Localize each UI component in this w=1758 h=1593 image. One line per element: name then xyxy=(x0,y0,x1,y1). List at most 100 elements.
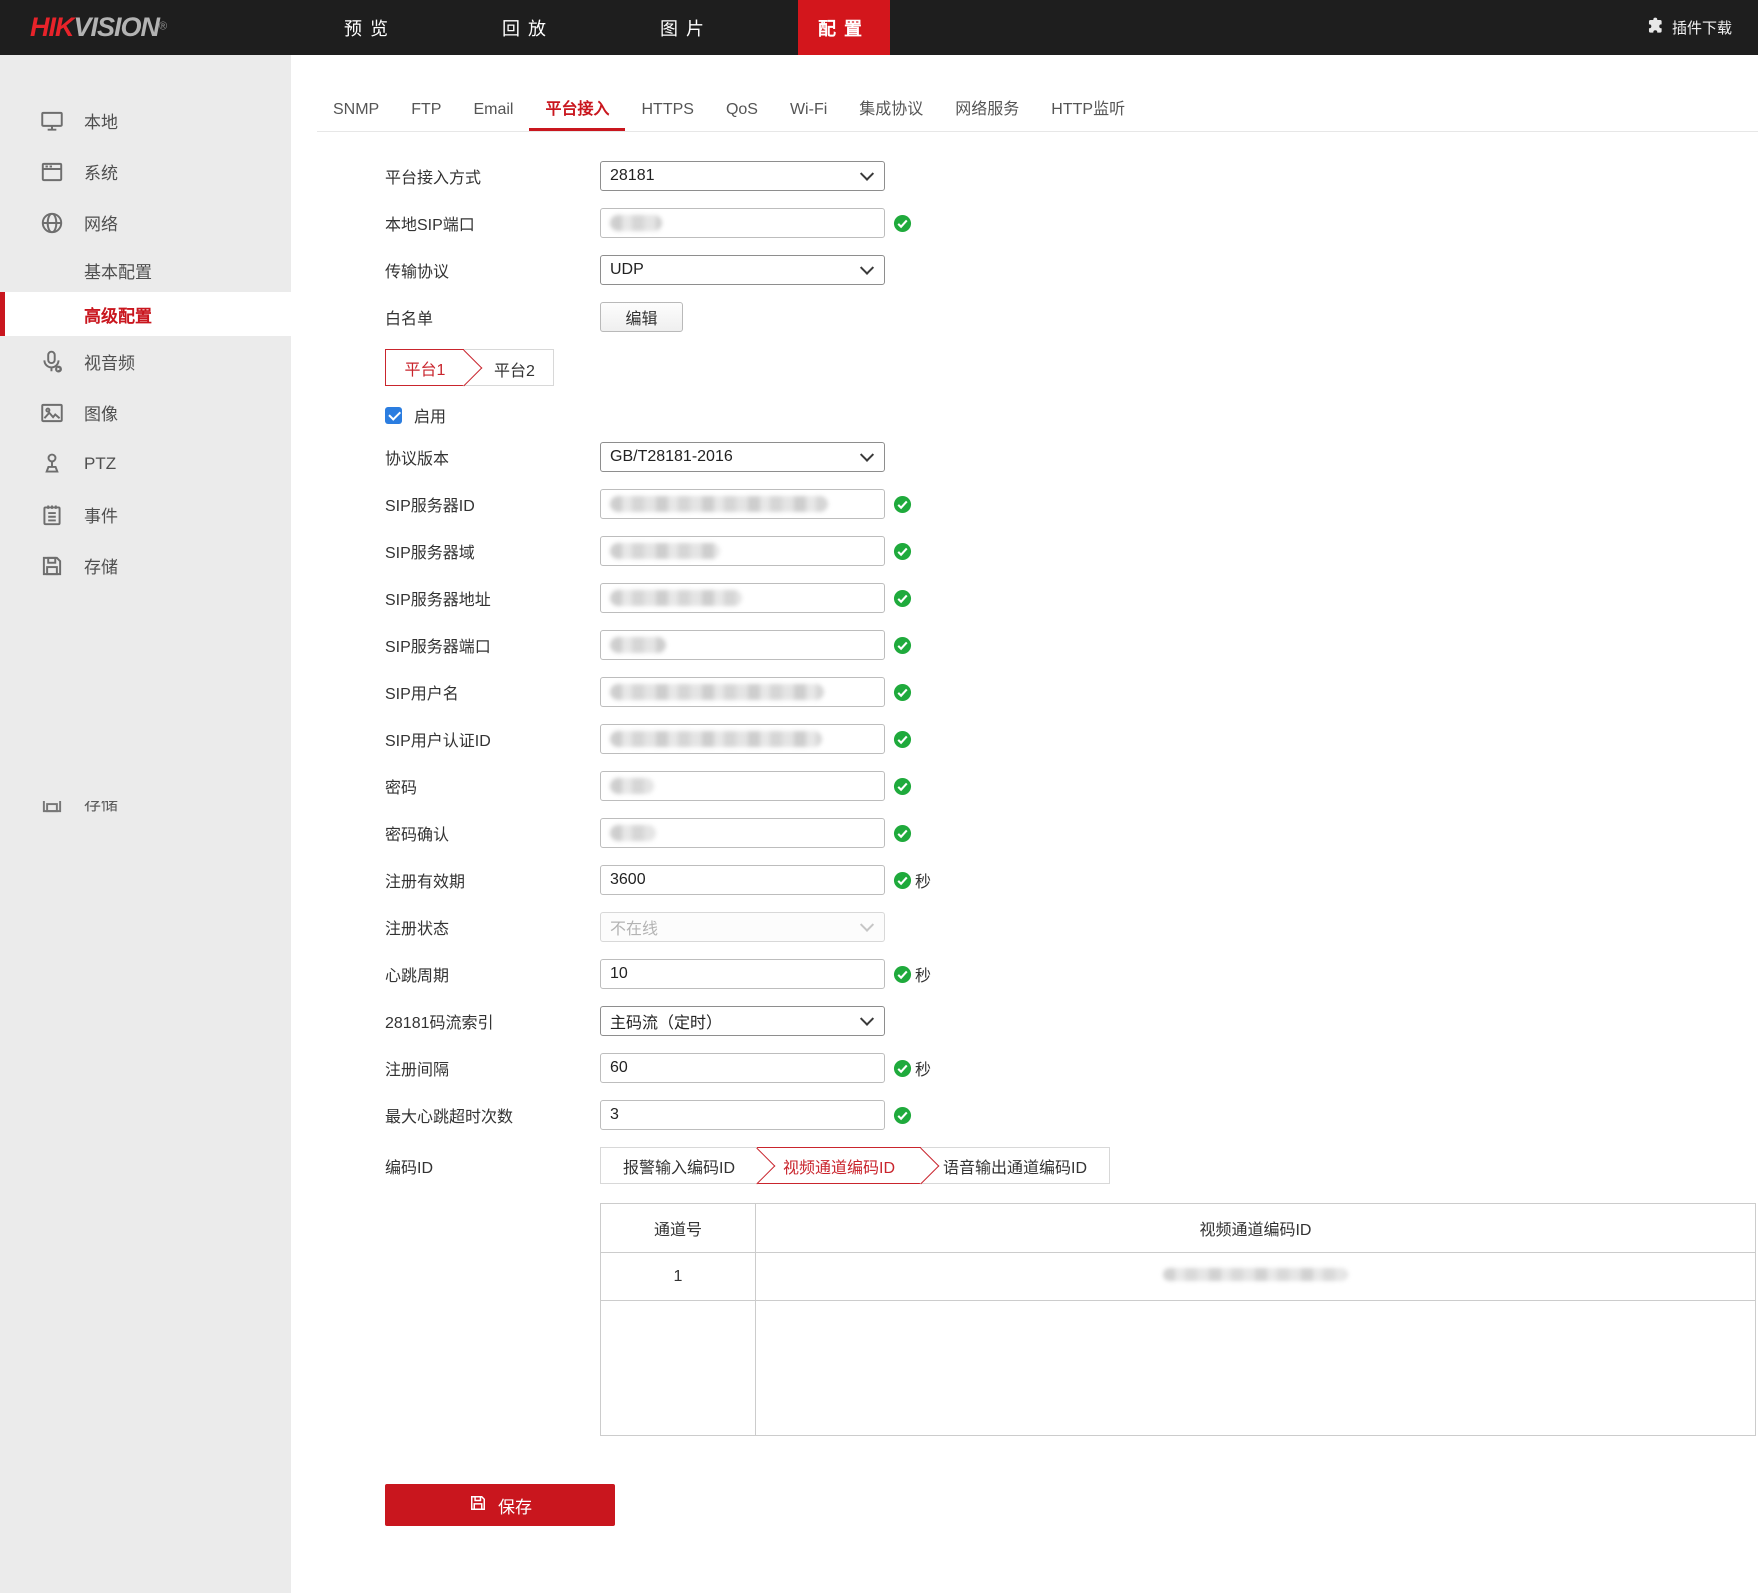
select-value: UDP xyxy=(610,261,644,279)
form-row: 注册状态不在线 xyxy=(385,912,1758,942)
redacted-input[interactable] xyxy=(600,677,885,707)
sidebar-item-label: 视音频 xyxy=(84,349,135,374)
encoding-id-tab[interactable]: 语音输出通道编码ID xyxy=(921,1148,1109,1183)
ptz-joystick-icon xyxy=(38,450,65,477)
field-label: 注册间隔 xyxy=(385,1056,600,1080)
select-value: 不在线 xyxy=(610,915,658,939)
redacted-input[interactable] xyxy=(600,489,885,519)
tab-item[interactable]: QoS xyxy=(710,88,774,131)
form-row: 最大心跳超时次数 xyxy=(385,1100,1758,1130)
column-header-channel: 通道号 xyxy=(601,1204,756,1253)
valid-check-icon xyxy=(893,777,912,796)
top-nav-item[interactable]: 预览 xyxy=(324,0,416,55)
save-button[interactable]: 保存 xyxy=(385,1484,615,1526)
field-label: SIP服务器域 xyxy=(385,539,600,563)
tab-item[interactable]: Wi-Fi xyxy=(774,88,843,131)
enable-row: 启用 xyxy=(385,404,1758,426)
redacted-input[interactable] xyxy=(600,536,885,566)
edit-button[interactable]: 编辑 xyxy=(600,302,683,332)
tab-platform-access[interactable]: 平台接入 xyxy=(529,88,625,131)
platform-access-form: 平台接入方式28181本地SIP端口传输协议UDP白名单编辑 平台1平台2 启用… xyxy=(291,132,1758,1526)
field-label: SIP用户名 xyxy=(385,680,600,704)
field-label: 传输协议 xyxy=(385,258,600,282)
channel-table: 通道号 视频通道编码ID 1 xyxy=(600,1203,1756,1436)
encoding-id-tab[interactable]: 报警输入编码ID xyxy=(601,1148,757,1183)
form-input[interactable] xyxy=(600,1100,885,1130)
redacted-input[interactable] xyxy=(600,771,885,801)
chevron-down-icon xyxy=(860,261,874,275)
redacted-input[interactable] xyxy=(600,630,885,660)
valid-check-icon xyxy=(893,636,912,655)
tab-item[interactable]: 网络服务 xyxy=(939,88,1035,131)
redacted-input[interactable] xyxy=(600,208,885,238)
form-row: 密码 xyxy=(385,771,1758,801)
sidebar-item[interactable]: 网络 xyxy=(0,197,291,248)
redacted-input[interactable] xyxy=(600,583,885,613)
top-nav-item[interactable]: 回放 xyxy=(482,0,574,55)
sidebar-item[interactable]: 系统 xyxy=(0,146,291,197)
field-label: SIP服务器端口 xyxy=(385,633,600,657)
redacted-value xyxy=(610,215,662,231)
sidebar-menu: 本地系统网络基本配置高级配置视音频图像PTZ事件存储 xyxy=(0,95,291,591)
hikvision-logo: HIKVISION® xyxy=(0,12,291,43)
sidebar-item[interactable]: 基本配置 xyxy=(0,248,291,292)
sidebar-item[interactable]: 本地 xyxy=(0,95,291,146)
unit-label: 秒 xyxy=(915,868,931,892)
valid-check-icon xyxy=(893,824,912,843)
form-row: 注册间隔秒 xyxy=(385,1053,1758,1083)
form-row: 协议版本GB/T28181-2016 xyxy=(385,442,1758,472)
field-label: SIP服务器地址 xyxy=(385,586,600,610)
top-bar: HIKVISION® 预览 回放 图片 配置 插件下载 xyxy=(0,0,1758,55)
video-encoding-id-cell xyxy=(756,1253,1756,1301)
logo-registered-mark: ® xyxy=(159,21,167,33)
redacted-value xyxy=(610,684,824,700)
form-input[interactable] xyxy=(600,865,885,895)
form-row: 传输协议 UDP xyxy=(385,255,1758,285)
top-nav-item[interactable]: 配置 xyxy=(798,0,890,55)
field-label: 平台接入方式 xyxy=(385,164,600,188)
sidebar-item[interactable]: PTZ xyxy=(0,438,291,489)
storage-disk-icon xyxy=(38,801,65,816)
encoding-id-tab[interactable]: 视频通道编码ID xyxy=(757,1147,921,1184)
storage-disk-icon xyxy=(38,552,65,579)
sidebar-item[interactable]: 高级配置 xyxy=(0,292,291,336)
form-select[interactable]: 主码流（定时） xyxy=(600,1006,885,1036)
form-input[interactable] xyxy=(600,959,885,989)
form-row: 白名单编辑 xyxy=(385,302,1758,332)
platform-tab[interactable]: 平台1 xyxy=(385,349,464,386)
tab-item[interactable]: SNMP xyxy=(317,88,395,131)
encoding-id-tab-label: 视频通道编码ID xyxy=(783,1154,895,1178)
column-header-video-encoding-id: 视频通道编码ID xyxy=(756,1204,1756,1253)
sidebar-item[interactable]: 图像 xyxy=(0,387,291,438)
redacted-input[interactable] xyxy=(600,818,885,848)
top-nav-item[interactable]: 图片 xyxy=(640,0,732,55)
plugin-download-button[interactable]: 插件下载 xyxy=(1645,16,1732,39)
select-value: 28181 xyxy=(610,167,655,185)
encoding-id-tabs: 报警输入编码ID 视频通道编码ID 语音输出通道编码ID xyxy=(600,1147,1110,1184)
form-select[interactable]: 不在线 xyxy=(600,912,885,942)
sidebar-item[interactable]: 存储 xyxy=(0,540,291,591)
tab-item[interactable]: FTP xyxy=(395,88,457,131)
form-select[interactable]: GB/T28181-2016 xyxy=(600,442,885,472)
tab-item[interactable]: Email xyxy=(457,88,529,131)
redacted-value xyxy=(610,496,828,512)
form-select[interactable]: 28181 xyxy=(600,161,885,191)
sidebar-item-label: 本地 xyxy=(84,108,118,133)
puzzle-icon xyxy=(1645,16,1664,39)
tab-item[interactable]: HTTP监听 xyxy=(1035,88,1141,131)
form-select[interactable]: UDP xyxy=(600,255,885,285)
sidebar-item[interactable]: 事件 xyxy=(0,489,291,540)
redacted-input[interactable] xyxy=(600,724,885,754)
form-row: 注册有效期秒 xyxy=(385,865,1758,895)
tab-item[interactable]: HTTPS xyxy=(625,88,709,131)
form-input[interactable] xyxy=(600,1053,885,1083)
field-label: 28181码流索引 xyxy=(385,1009,600,1033)
sidebar-item[interactable]: 视音频 xyxy=(0,336,291,387)
tab-item[interactable]: 集成协议 xyxy=(843,88,939,131)
form-row: SIP服务器ID xyxy=(385,489,1758,519)
table-empty-row xyxy=(601,1301,1756,1436)
enable-checkbox[interactable] xyxy=(385,407,402,424)
sidebar-item-label: 网络 xyxy=(84,210,118,235)
image-icon xyxy=(38,399,65,426)
form-row: 28181码流索引主码流（定时） xyxy=(385,1006,1758,1036)
